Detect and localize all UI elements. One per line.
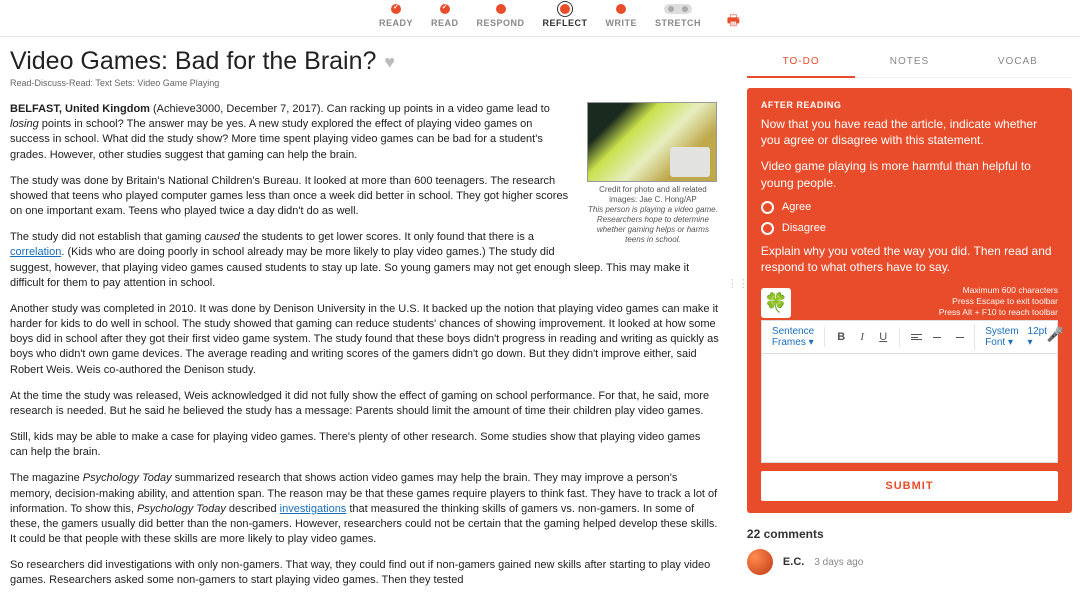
- page-title: Video Games: Bad for the Brain?: [10, 47, 376, 76]
- breadcrumb: Read-Discuss-Read: Text Sets: Video Game…: [10, 78, 719, 88]
- step-stretch[interactable]: STRETCH: [655, 4, 701, 28]
- article-image: [587, 102, 717, 182]
- paragraph: So researchers did investigations with o…: [10, 558, 719, 588]
- statement-text: Video game playing is more harmful than …: [761, 158, 1058, 190]
- explain-prompt: Explain why you voted the way you did. T…: [761, 243, 1058, 275]
- right-tabs: TO-DO NOTES VOCAB: [747, 47, 1072, 78]
- microphone-icon[interactable]: 🎤: [1047, 326, 1064, 343]
- image-credit: Credit for photo and all related images:…: [587, 185, 719, 205]
- align-right-button[interactable]: [948, 327, 968, 347]
- tab-vocab[interactable]: VOCAB: [964, 47, 1072, 77]
- sentence-frames-dropdown[interactable]: Sentence Frames ▾: [768, 324, 818, 350]
- radio-icon: [761, 222, 774, 235]
- radio-agree[interactable]: Agree: [761, 201, 1058, 214]
- image-caption: This person is playing a video game. Res…: [587, 205, 719, 245]
- align-center-button[interactable]: [927, 327, 947, 347]
- radio-label: Agree: [782, 201, 811, 213]
- column-resize-handle[interactable]: ⋮⋮: [733, 47, 743, 290]
- radio-icon: [761, 201, 774, 214]
- print-icon[interactable]: 🖶: [727, 10, 740, 34]
- tab-todo[interactable]: TO-DO: [747, 47, 855, 78]
- favorite-icon[interactable]: ♥: [384, 52, 395, 73]
- commenter-name: E.C.: [783, 556, 804, 568]
- response-textarea[interactable]: [761, 353, 1058, 463]
- paragraph: The magazine Psychology Today summarized…: [10, 471, 719, 547]
- submit-button[interactable]: SUBMIT: [761, 471, 1058, 501]
- step-respond[interactable]: RESPOND: [477, 4, 525, 28]
- step-reflect[interactable]: REFLECT: [543, 4, 588, 28]
- step-read[interactable]: READ: [431, 4, 459, 28]
- align-left-button[interactable]: [906, 327, 926, 347]
- font-dropdown[interactable]: System Font ▾: [981, 324, 1022, 350]
- user-avatar: 🍀: [761, 288, 791, 318]
- instruction-text: Now that you have read the article, indi…: [761, 116, 1058, 148]
- radio-label: Disagree: [782, 222, 826, 234]
- article-body: Credit for photo and all related images:…: [10, 102, 719, 589]
- step-ready[interactable]: READY: [379, 4, 413, 28]
- link-investigations[interactable]: investigations: [280, 503, 347, 515]
- article-figure: Credit for photo and all related images:…: [587, 102, 719, 245]
- radio-disagree[interactable]: Disagree: [761, 222, 1058, 235]
- editor-toolbar: Sentence Frames ▾ B I U System Font ▾ 12…: [761, 320, 1058, 353]
- header-divider: [0, 36, 1080, 37]
- step-write[interactable]: WRITE: [606, 4, 638, 28]
- paragraph: Another study was completed in 2010. It …: [10, 302, 719, 378]
- commenter-avatar: [747, 549, 773, 575]
- bold-button[interactable]: B: [831, 327, 851, 347]
- italic-button[interactable]: I: [852, 327, 872, 347]
- comment-item: E.C. 3 days ago: [747, 549, 1072, 575]
- comment-time: 3 days ago: [814, 557, 863, 568]
- after-reading-label: AFTER READING: [761, 100, 1058, 110]
- link-correlation[interactable]: correlation: [10, 246, 61, 258]
- paragraph: Still, kids may be able to make a case f…: [10, 430, 719, 460]
- comments-header: 22 comments: [747, 527, 1072, 541]
- reflection-card: AFTER READING Now that you have read the…: [747, 88, 1072, 513]
- editor-hints: Maximum 600 characters Press Escape to e…: [939, 285, 1058, 318]
- paragraph: At the time the study was released, Weis…: [10, 389, 719, 419]
- underline-button[interactable]: U: [873, 327, 893, 347]
- progress-stepper: READY READ RESPOND REFLECT WRITE STRETCH…: [0, 0, 1080, 30]
- tab-notes[interactable]: NOTES: [855, 47, 963, 77]
